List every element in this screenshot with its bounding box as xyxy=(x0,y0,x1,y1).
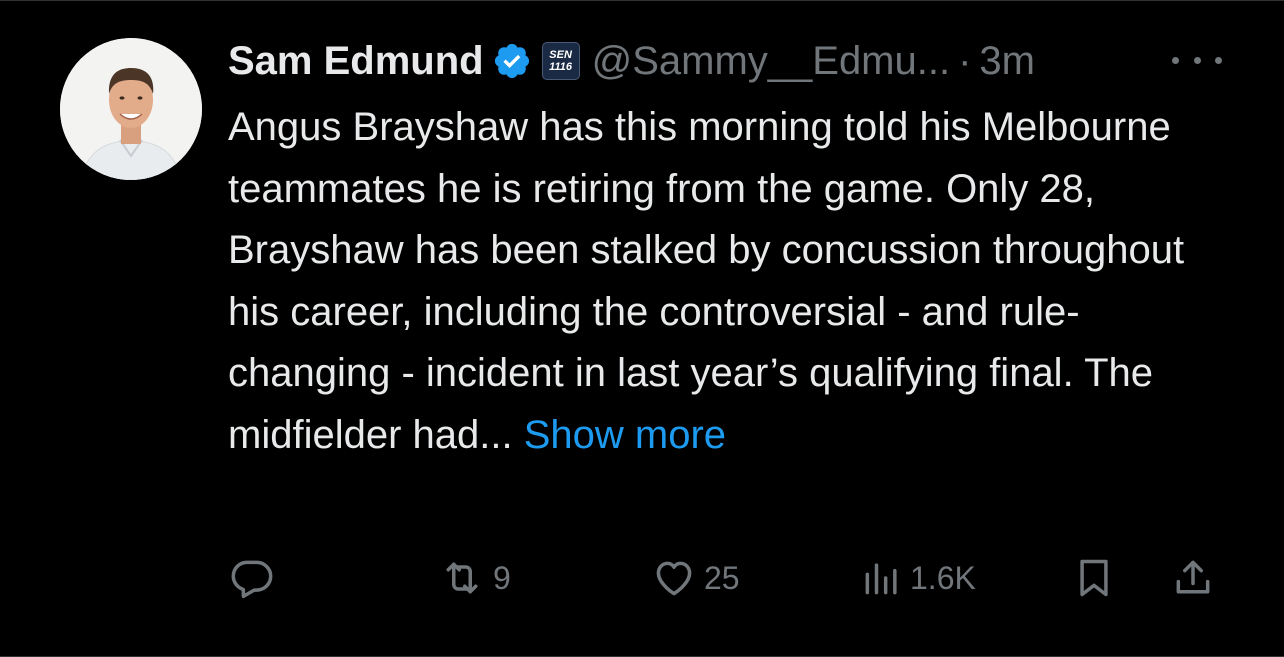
reply-button[interactable] xyxy=(230,556,274,600)
share-icon xyxy=(1171,556,1215,600)
heart-icon xyxy=(650,556,698,600)
avatar[interactable] xyxy=(60,38,202,180)
show-more-link[interactable]: Show more xyxy=(524,413,726,457)
like-button[interactable]: 25 xyxy=(650,556,740,600)
retweet-button[interactable]: 9 xyxy=(437,556,511,600)
tweet-body: Angus Brayshaw has this morning told his… xyxy=(228,105,1185,457)
tweet-content: Sam Edmund SEN 1116 @Sammy__Edmu... · 3m… xyxy=(228,31,1258,466)
bookmark-icon xyxy=(1072,556,1116,600)
affiliation-badge-line1: SEN xyxy=(549,49,572,61)
bookmark-button[interactable] xyxy=(1072,556,1116,600)
tweet-actions: 9 25 1.6K xyxy=(225,546,1225,602)
author-handle[interactable]: @Sammy__Edmu... xyxy=(592,39,951,84)
affiliation-badge[interactable]: SEN 1116 xyxy=(541,42,580,80)
separator-dot: · xyxy=(958,38,972,83)
tweet-timestamp[interactable]: 3m xyxy=(979,39,1035,84)
like-count: 25 xyxy=(704,559,740,596)
views-button[interactable]: 1.6K xyxy=(860,556,976,600)
reply-icon xyxy=(230,556,274,600)
verified-badge-icon[interactable] xyxy=(492,41,532,81)
analytics-icon xyxy=(860,556,904,600)
author-name[interactable]: Sam Edmund xyxy=(228,39,484,84)
affiliation-badge-line2: 1116 xyxy=(549,61,573,73)
views-count: 1.6K xyxy=(910,559,976,596)
more-options-icon[interactable] xyxy=(1172,45,1222,75)
tweet-card[interactable]: Sam Edmund SEN 1116 @Sammy__Edmu... · 3m… xyxy=(0,0,1284,657)
retweet-count: 9 xyxy=(493,559,511,596)
retweet-icon xyxy=(437,556,487,600)
tweet-text: Angus Brayshaw has this morning told his… xyxy=(228,97,1238,466)
tweet-header: Sam Edmund SEN 1116 @Sammy__Edmu... · 3m xyxy=(228,31,1258,91)
share-button[interactable] xyxy=(1171,556,1215,600)
